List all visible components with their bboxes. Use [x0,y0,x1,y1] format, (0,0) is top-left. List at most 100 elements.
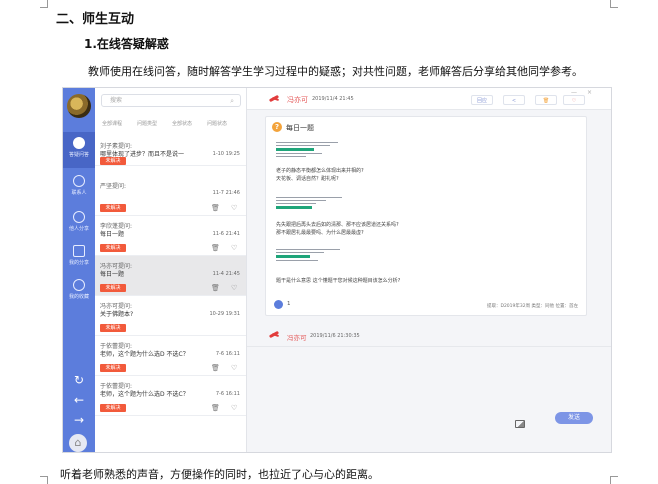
back-arrow-icon[interactable]: ← [71,392,87,408]
page-corner-mark [610,476,618,484]
question-meta: 提取：D2019年32周 类型：同他 位置：首左 [486,304,578,309]
list-item[interactable]: 刘子素提问: 哪里体现了进步？而且不是说一 1-10 19:25 未解决 [95,136,246,166]
nav-item-favorites[interactable]: 我的收藏 [63,274,95,310]
question-time: 11-6 21:41 [212,231,240,237]
nav-item-others-share[interactable]: 他人分享 [63,206,95,242]
delete-icon[interactable]: 🗑 [211,404,220,412]
home-icon[interactable]: ⌂ [69,434,87,452]
question-text: 老师，这个题为什么选D 不选C？ [100,351,189,358]
contacts-icon [73,175,85,187]
status-badge: 未解决 [100,244,126,252]
question-image-thumbnail[interactable] [276,142,346,159]
heart-icon [73,279,85,291]
question-icon: ? [272,122,282,132]
question-text: 关于佛题本? [100,311,134,318]
page-corner-mark [610,0,618,8]
reply-date: 2019/11/6 21:30:35 [310,333,360,339]
question-detail-panel: 冯亦可 2019/11/4 21:45 — × 回应 < 🗑 ♡ ? 每日一题 … [247,88,611,452]
nav-label: 我的分享 [68,260,89,266]
forward-arrow-icon[interactable]: → [71,412,87,428]
question-text: 老师，这个题为什么选D 不选C？ [100,391,189,398]
question-time: 11-7 21:46 [212,190,240,196]
author-name: 冯亦可 [287,96,308,104]
nav-label: 答疑问答 [68,152,89,158]
list-item[interactable]: 于依蕾提问: 老师，这个题为什么选D 不选C？ 7-6 16:11 未解决 🗑 … [95,336,246,376]
question-text: 每日一题 [100,271,125,278]
heart-icon[interactable]: ♡ [231,284,237,292]
list-item[interactable]: 冯亦可提问: 关于佛题本? 10-29 19:31 未解决 [95,296,246,336]
list-item[interactable]: 李欣蓬提问: 每日一题 11-6 21:41 未解决 🗑 ♡ [95,216,246,256]
filter-type[interactable]: 问题类型 [136,119,169,127]
question-card: ? 每日一题 老子的静态平衡都怎么体现出来并相的? 天花板、调话自然？甜礼呢? … [265,116,587,316]
avatar[interactable] [67,94,91,118]
question-line: 先失跟把后再头去后如的清那、那不应该居道还关系吗? [276,222,399,228]
section-footer-text: 听着老师熟悉的声音，方便操作的同时，也拉近了心与心的距离。 [60,468,379,481]
heart-icon[interactable]: ♡ [231,364,237,372]
refresh-icon[interactable]: ↻ [71,372,87,388]
app-screenshot: 答疑问答 联系人 他人分享 我的分享 我的收藏 ↻ ← → ⌂ 搜索 ⌕ 全部课… [62,87,612,453]
heart-icon[interactable]: ♡ [231,244,237,252]
nav-item-contacts[interactable]: 联系人 [63,170,95,206]
filter-bar: 全部课程 问题类型 全部状态 问题状态 [101,115,245,127]
reply-button[interactable]: 回应 [471,95,493,105]
question-line: 天花板、调话自然？甜礼呢? [276,176,339,182]
share-icon[interactable]: < [503,95,525,105]
question-time: 7-6 16:11 [215,391,240,397]
nav-label: 联系人 [71,190,87,196]
status-badge: 未解决 [100,157,126,165]
search-input[interactable]: 搜索 ⌕ [101,94,241,107]
delete-icon[interactable]: 🗑 [211,204,220,212]
question-time: 11-4 21:45 [212,271,240,277]
list-item[interactable]: 于依蕾提问: 老师，这个题为什么选D 不选C？ 7-6 16:11 未解决 🗑 … [95,376,246,416]
delete-icon[interactable]: 🗑 [211,244,220,252]
question-asker: 严坚提问: [100,183,127,190]
page-corner-mark [40,476,48,484]
search-placeholder: 搜索 [110,97,123,104]
status-badge: 未解决 [100,364,126,372]
app-logo-icon [269,94,280,103]
reply-author: 冯亦可 [287,334,307,342]
list-item[interactable]: 严坚提问: 11-7 21:46 未解决 🗑 ♡ [95,176,246,216]
question-line: 题干是什么意思 这个懂题干您对候这种题目该怎么分析? [276,278,401,284]
detail-header: 冯亦可 2019/11/4 21:45 — × 回应 < 🗑 ♡ [247,88,611,110]
nav-label: 我的收藏 [68,294,89,300]
filter-state[interactable]: 问题状态 [206,119,239,127]
delete-icon[interactable]: 🗑 [211,364,220,372]
share-icon [73,211,85,223]
send-button[interactable]: 发送 [555,412,593,424]
heart-icon[interactable]: ♡ [231,404,237,412]
section-paragraph: 教师使用在线问答，随时解答学生学习过程中的疑惑；对共性问题，老师解答后分享给其他… [88,65,583,78]
question-title: 每日一题 [286,124,314,132]
nav-item-my-share[interactable]: 我的分享 [63,240,95,276]
image-icon[interactable] [515,420,525,428]
list-item-selected[interactable]: 冯亦可提问: 每日一题 11-4 21:45 未解决 🗑 ♡ [95,256,246,296]
chat-icon [73,137,85,149]
page-corner-mark [40,0,48,8]
question-text: 每日一题 [100,231,125,238]
answer-count: 1 [287,301,291,307]
question-image-thumbnail[interactable] [276,197,346,211]
question-list-panel: 搜索 ⌕ 全部课程 问题类型 全部状态 问题状态 刘子素提问: 哪里体现了进步？而且不… [95,88,247,452]
delete-icon[interactable]: 🗑 [535,95,557,105]
filter-status[interactable]: 全部状态 [171,119,204,127]
reply-textarea[interactable] [247,346,611,452]
status-badge: 未解决 [100,284,126,292]
heart-icon[interactable]: ♡ [231,204,237,212]
section-heading: 二、师生互动 [56,12,135,27]
question-image-thumbnail[interactable] [276,249,346,263]
delete-icon[interactable]: 🗑 [211,284,220,292]
search-icon: ⌕ [230,97,234,105]
status-badge: 未解决 [100,324,126,332]
heart-icon[interactable]: ♡ [563,95,585,105]
post-date: 2019/11/4 21:45 [312,96,354,102]
app-sidebar: 答疑问答 联系人 他人分享 我的分享 我的收藏 ↻ ← → ⌂ [63,88,95,452]
app-logo-icon [269,330,280,339]
close-icon[interactable]: × [587,89,592,96]
question-time: 10-29 19:31 [209,311,240,317]
filter-course[interactable]: 全部课程 [101,119,134,127]
question-line: 老子的静态平衡都怎么体现出来并相的? [276,168,364,174]
my-share-icon [73,245,85,257]
question-line: 那不跟居礼最最要吗、为什么居最最虚? [276,230,364,236]
answer-count-badge [274,300,283,309]
nav-item-qa[interactable]: 答疑问答 [63,132,95,168]
